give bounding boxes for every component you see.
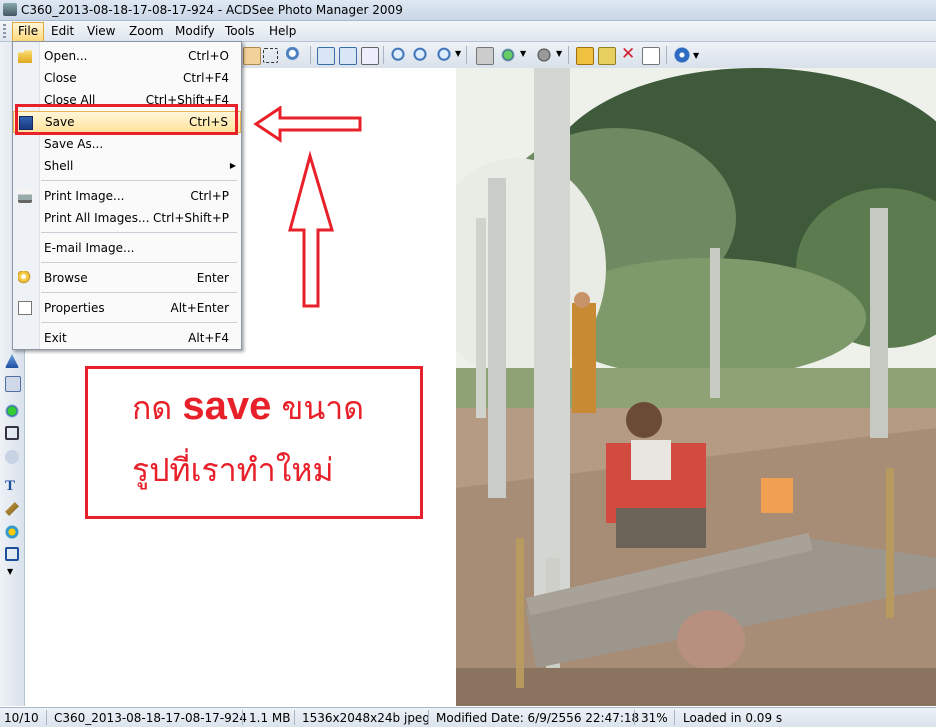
menu-tools[interactable]: Tools [220, 22, 260, 40]
menu-item-properties[interactable]: Properties Alt+Enter [13, 297, 241, 319]
hand-tool-icon[interactable] [243, 47, 261, 65]
file-menu-dropdown: Open... Ctrl+O Close Ctrl+F4 Close All C… [12, 41, 242, 350]
delete-icon[interactable]: ✕ [621, 44, 635, 64]
status-bar: 10/10 C360_2013-08-18-17-08-17-924 1.1 M… [0, 707, 936, 727]
menu-file[interactable]: File [12, 22, 45, 42]
properties-icon [18, 301, 32, 315]
zoom-tool-icon[interactable] [286, 47, 302, 63]
status-index: 10/10 [4, 711, 39, 725]
menu-item-close[interactable]: Close Ctrl+F4 [13, 67, 241, 89]
printer-icon [18, 189, 32, 203]
printer-icon[interactable] [476, 47, 494, 65]
folder-open-icon [18, 50, 32, 63]
chevron-down-icon[interactable]: ▼ [455, 49, 461, 58]
status-dimensions: 1536x2048x24b jpeg [302, 711, 430, 725]
menu-help[interactable]: Help [264, 22, 301, 40]
rotate-left-icon[interactable] [317, 47, 335, 65]
text-tool-icon[interactable]: T [5, 478, 15, 495]
app-icon [3, 3, 17, 16]
construction-site-photo [456, 68, 936, 706]
select-tool-icon[interactable] [263, 48, 278, 63]
menu-item-save-as[interactable]: Save As... [13, 133, 241, 155]
menu-item-shell[interactable]: Shell ▶ [13, 155, 241, 177]
properties-icon[interactable] [642, 47, 660, 65]
effects-icon[interactable] [5, 525, 19, 539]
menu-edit[interactable]: Edit [46, 22, 79, 40]
copy-to-folder-icon[interactable] [598, 47, 616, 65]
annotation-line-2: รูปที่เราทำใหม่ [132, 451, 334, 489]
red-eye-icon[interactable] [5, 450, 19, 464]
move-to-folder-icon[interactable] [576, 47, 594, 65]
chevron-down-icon[interactable]: ▼ [556, 49, 562, 58]
zoom-out-icon[interactable] [412, 47, 428, 63]
menu-modify[interactable]: Modify [170, 22, 220, 40]
main-toolbar: ▼ ▼ ▼ ✕ ▼ [240, 42, 936, 69]
annotation-arrows [253, 106, 362, 308]
sharpen-icon[interactable] [5, 354, 19, 368]
chevron-down-icon[interactable]: ▼ [520, 49, 526, 58]
menu-item-exit[interactable]: Exit Alt+F4 [13, 327, 241, 349]
title-bar: C360_2013-08-18-17-08-17-924 - ACDSee Ph… [0, 0, 936, 21]
zoom-menu-icon[interactable] [436, 47, 452, 63]
help-icon[interactable] [674, 47, 690, 63]
share-icon[interactable] [500, 47, 516, 63]
menu-item-email-image[interactable]: E-mail Image... [13, 237, 241, 259]
save-highlight-box [15, 104, 238, 135]
status-zoom: 31% [641, 711, 668, 725]
menu-zoom[interactable]: Zoom [124, 22, 169, 40]
annotation-line-1: กด save ขนาด [132, 384, 364, 428]
menu-bar: File Edit View Zoom Modify Tools Help [0, 21, 936, 42]
crop-icon[interactable] [5, 426, 19, 440]
menu-item-open[interactable]: Open... Ctrl+O [13, 45, 241, 67]
menu-item-print-image[interactable]: Print Image... Ctrl+P [13, 185, 241, 207]
up-arrow [288, 150, 335, 308]
adjust-icon[interactable] [5, 376, 21, 392]
frame-icon[interactable] [5, 547, 19, 561]
browse-icon [18, 271, 32, 285]
chevron-down-icon[interactable]: ▼ [7, 567, 13, 576]
submenu-arrow-icon: ▶ [229, 161, 236, 170]
menu-item-browse[interactable]: Browse Enter [13, 267, 241, 289]
color-icon[interactable] [5, 404, 19, 418]
status-modified-date: Modified Date: 6/9/2556 22:47:18 [436, 711, 640, 725]
brush-icon[interactable] [5, 502, 19, 516]
menu-view[interactable]: View [82, 22, 120, 40]
window-title: C360_2013-08-18-17-08-17-924 - ACDSee Ph… [21, 3, 403, 17]
chevron-down-icon[interactable]: ▼ [693, 51, 699, 60]
menu-item-print-all-images[interactable]: Print All Images... Ctrl+Shift+P [13, 207, 241, 229]
menubar-grip[interactable] [3, 24, 6, 38]
annotation-note: กด save ขนาด รูปที่เราทำใหม่ [85, 366, 423, 519]
fit-image-icon[interactable] [361, 47, 379, 65]
status-filename: C360_2013-08-18-17-08-17-924 [54, 711, 248, 725]
photo-image [456, 68, 936, 706]
zoom-in-icon[interactable] [390, 47, 406, 63]
rotate-right-icon[interactable] [339, 47, 357, 65]
burn-disc-icon[interactable] [536, 47, 552, 63]
status-filesize: 1.1 MB [249, 711, 291, 725]
status-load-time: Loaded in 0.09 s [683, 711, 783, 725]
left-arrow [253, 106, 362, 143]
